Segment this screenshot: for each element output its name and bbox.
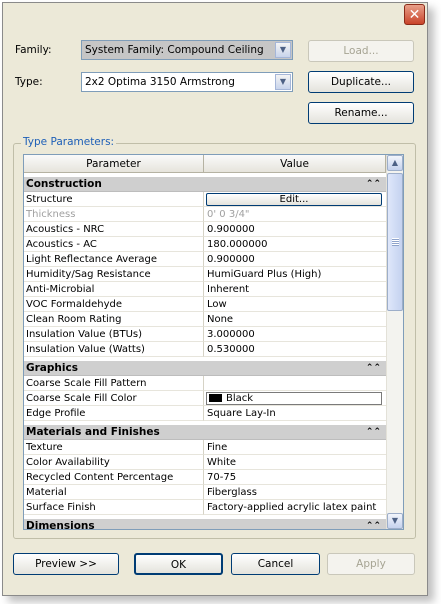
param-value[interactable]: Low [204,297,386,312]
param-row[interactable]: Insulation Value (BTUs) 3.000000 [24,327,386,342]
param-row[interactable]: Insulation Value (Watts) 0.530000 [24,342,386,357]
chevron-down-icon[interactable]: ▼ [275,74,291,90]
vertical-scrollbar[interactable]: ▲ ▼ [386,155,403,529]
param-value[interactable]: 0.900000 [204,252,386,267]
param-name: Coarse Scale Fill Color [24,391,204,406]
param-value[interactable]: 70-75 [204,470,386,485]
param-row[interactable]: Texture Fine [24,440,386,455]
param-row[interactable]: Light Reflectance Average 0.900000 [24,252,386,267]
param-value[interactable]: None [204,312,386,327]
param-name: VOC Formaldehyde [24,297,204,312]
close-button[interactable]: ✕ [404,4,425,25]
structure-edit-button[interactable]: Edit... [206,193,382,206]
param-name: Anti-Microbial [24,282,204,297]
section-title: Materials and Finishes [26,426,160,438]
param-name: Thickness [24,207,204,222]
cancel-button[interactable]: Cancel [231,553,320,575]
param-row[interactable]: Structure Edit... [24,192,386,207]
param-name: Insulation Value (Watts) [24,342,204,357]
collapse-icon[interactable]: ⌃⌃ [366,361,381,376]
param-name: Structure [24,192,204,207]
collapse-icon[interactable]: ⌃⌃ [366,425,381,440]
param-value[interactable]: 0.530000 [204,342,386,357]
duplicate-button[interactable]: Duplicate... [308,71,414,93]
family-label: Family: [15,44,52,56]
param-name: Color Availability [24,455,204,470]
param-name: Acoustics - AC [24,237,204,252]
color-swatch-icon [209,394,222,402]
param-value[interactable]: 180.000000 [204,237,386,252]
type-parameters-label: Type Parameters: [21,136,117,148]
param-value[interactable]: HumiGuard Plus (High) [204,267,386,282]
param-row[interactable]: Clean Room Rating None [24,312,386,327]
family-select[interactable]: System Family: Compound Ceiling ▼ [81,40,293,60]
fill-color-value: Black [226,393,254,404]
param-row[interactable]: Surface Finish Factory-applied acrylic l… [24,500,386,515]
section-dimensions[interactable]: Dimensions ⌃⌃ [24,519,386,530]
load-button[interactable]: Load... [308,40,414,62]
parameters-grid: Parameter Value Construction ⌃⌃ Structur… [23,154,404,530]
section-title: Dimensions [26,520,95,530]
section-graphics[interactable]: Graphics ⌃⌃ [24,361,386,376]
section-title: Graphics [26,362,78,374]
scroll-thumb[interactable] [387,173,403,311]
param-value[interactable]: Fiberglass [204,485,386,500]
family-value: System Family: Compound Ceiling [85,44,264,56]
collapse-icon[interactable]: ⌃⌃ [366,177,381,192]
close-icon: ✕ [408,7,421,23]
column-header-value[interactable]: Value [204,155,386,173]
param-name: Texture [24,440,204,455]
type-properties-dialog: ✕ Family: System Family: Compound Ceilin… [2,2,428,596]
preview-button[interactable]: Preview >> [13,553,119,575]
grip-icon [392,238,399,246]
param-row[interactable]: Color Availability White [24,455,386,470]
param-row[interactable]: Anti-Microbial Inherent [24,282,386,297]
param-name: Humidity/Sag Resistance [24,267,204,282]
param-row[interactable]: VOC Formaldehyde Low [24,297,386,312]
param-row[interactable]: Acoustics - NRC 0.900000 [24,222,386,237]
param-value[interactable]: 0.900000 [204,222,386,237]
param-row[interactable]: Coarse Scale Fill Color Black [24,391,386,406]
collapse-icon[interactable]: ⌃⌃ [366,519,381,529]
param-row[interactable]: Humidity/Sag Resistance HumiGuard Plus (… [24,267,386,282]
param-row[interactable]: Coarse Scale Fill Pattern [24,376,386,391]
param-name: Surface Finish [24,500,204,515]
column-header-parameter[interactable]: Parameter [24,155,204,173]
param-row[interactable]: Edge Profile Square Lay-In [24,406,386,421]
type-label: Type: [15,76,43,88]
param-name: Light Reflectance Average [24,252,204,267]
type-value: 2x2 Optima 3150 Armstrong [85,76,235,88]
param-value[interactable]: Factory-applied acrylic latex paint [204,500,386,515]
param-row[interactable]: Acoustics - AC 180.000000 [24,237,386,252]
param-row[interactable]: Material Fiberglass [24,485,386,500]
section-title: Construction [26,178,102,190]
rename-button[interactable]: Rename... [308,102,414,124]
ok-button[interactable]: OK [134,553,223,575]
param-name: Insulation Value (BTUs) [24,327,204,342]
param-name: Acoustics - NRC [24,222,204,237]
param-name: Recycled Content Percentage [24,470,204,485]
param-name: Edge Profile [24,406,204,421]
param-name: Coarse Scale Fill Pattern [24,376,204,391]
apply-button[interactable]: Apply [327,553,415,575]
param-value[interactable]: 3.000000 [204,327,386,342]
section-materials-and-finishes[interactable]: Materials and Finishes ⌃⌃ [24,425,386,440]
scroll-up-button[interactable]: ▲ [387,155,403,171]
type-select[interactable]: 2x2 Optima 3150 Armstrong ▼ [81,72,293,92]
param-value[interactable] [204,376,386,391]
scroll-down-button[interactable]: ▼ [387,513,403,529]
chevron-down-icon[interactable]: ▼ [275,42,291,58]
param-value: 0' 0 3/4" [204,207,386,222]
param-value[interactable]: Square Lay-In [204,406,386,421]
fill-color-picker[interactable]: Black [206,392,382,405]
section-construction[interactable]: Construction ⌃⌃ [24,177,386,192]
param-name: Clean Room Rating [24,312,204,327]
param-value[interactable]: Fine [204,440,386,455]
param-value[interactable]: Inherent [204,282,386,297]
param-row: Thickness 0' 0 3/4" [24,207,386,222]
param-value[interactable]: White [204,455,386,470]
param-name: Material [24,485,204,500]
param-row[interactable]: Recycled Content Percentage 70-75 [24,470,386,485]
